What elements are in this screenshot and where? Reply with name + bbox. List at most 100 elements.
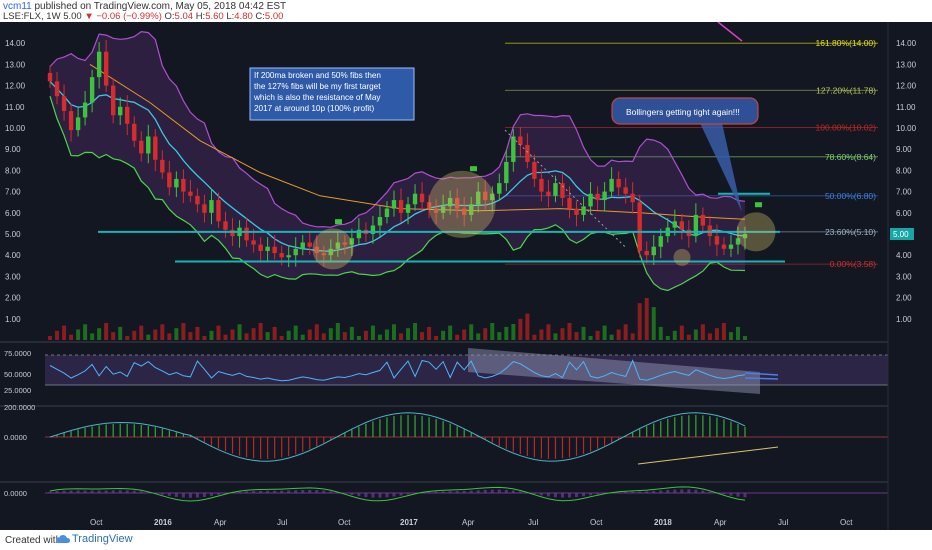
candle-body-15	[153, 136, 158, 160]
osc-bar-0	[48, 491, 52, 493]
volume-bar-94	[707, 333, 712, 340]
volume-bar-56	[441, 330, 446, 340]
osc-bar-5	[83, 490, 87, 493]
y-tick-right-8: 9.00	[896, 145, 912, 154]
candle-body-67	[518, 136, 523, 145]
y-tick-left-7: 8.00	[5, 166, 21, 175]
candle-body-64	[497, 183, 502, 194]
volume-bar-7	[97, 328, 102, 340]
candle-body-50	[398, 200, 404, 213]
price-chart[interactable]: 161.80%(14.00) 127.20%(11.78) 100.00%(10.0…	[0, 22, 932, 530]
candle-body-96	[721, 244, 727, 249]
candle-body-28	[244, 227, 249, 241]
note1-line4: 2017 at around 10p (100% profit)	[254, 104, 374, 113]
candle-body-2	[61, 96, 67, 112]
candle-body-22	[202, 204, 207, 213]
fib-label-4: 50.00%(6.80)	[825, 191, 876, 201]
candle-body-52	[412, 193, 418, 205]
candle-body-31	[265, 246, 270, 251]
y-tick-right-11: 12.00	[896, 82, 917, 91]
candle-body-14	[146, 136, 151, 154]
close-label: C:	[255, 11, 265, 22]
osc-bar-57	[448, 491, 452, 493]
candle-body-26	[230, 229, 235, 237]
osc-bar-70	[539, 493, 543, 496]
osc-bar-1	[55, 491, 59, 493]
osc-bar-39	[322, 490, 326, 493]
osc-bar-10	[118, 490, 122, 493]
volume-bar-76	[581, 326, 586, 340]
y-tick-left-4: 5.00	[5, 230, 21, 239]
fib-label-6: 0.00%(3.58)	[830, 259, 876, 269]
candle-body-77	[588, 193, 593, 207]
volume-bar-78	[595, 330, 600, 340]
volume-bar-91	[686, 334, 691, 340]
osc-bar-72	[553, 493, 557, 498]
volume-bar-18	[174, 328, 179, 340]
volume-bar-53	[420, 332, 425, 340]
osc-bar-43	[350, 493, 354, 496]
volume-bar-16	[160, 324, 165, 340]
rsi-arrow-2	[744, 377, 779, 380]
volume-bar-65	[504, 326, 509, 340]
osc-bar-59	[462, 490, 466, 493]
x-tick-2: Apr	[214, 518, 227, 527]
volume-bar-72	[553, 333, 558, 340]
volume-bar-34	[286, 330, 291, 340]
osc-bar-36	[301, 490, 305, 493]
y-tick-right-10: 11.00	[896, 103, 916, 112]
symbol-label: LSE:FLX, 1W	[3, 11, 61, 22]
osc-bar-20	[188, 493, 192, 498]
candle-body-29	[251, 240, 256, 245]
osc-bar-90	[680, 489, 684, 493]
candle-body-66	[511, 136, 516, 162]
volume-bar-6	[90, 333, 95, 340]
osc-bar-87	[659, 490, 663, 493]
x-tick-9: 2018	[654, 518, 672, 527]
osc-bar-71	[546, 493, 550, 497]
volume-bar-50	[399, 333, 404, 340]
osc-bar-55	[434, 491, 438, 493]
volume-bar-59	[462, 329, 467, 340]
volume-bar-67	[518, 318, 523, 340]
tradingview-brand[interactable]: TradingView	[72, 533, 133, 545]
volume-bar-8	[104, 323, 109, 340]
y-tick-left-8: 9.00	[5, 145, 21, 154]
y-tick-left-10: 11.00	[5, 103, 25, 112]
volume-bar-28	[244, 333, 249, 340]
volume-bar-31	[265, 332, 270, 340]
candle-body-34	[286, 255, 291, 258]
osc-bar-67	[518, 491, 522, 493]
osc-bar-21	[195, 493, 199, 498]
osc-bar-77	[589, 493, 593, 496]
y-tick-right-13: 14.00	[896, 39, 917, 48]
candle-body-74	[567, 197, 572, 209]
osc-bar-98	[736, 493, 740, 497]
volume-bar-46	[370, 325, 375, 340]
volume-bar-86	[651, 307, 656, 340]
candle-body-48	[384, 208, 390, 218]
volume-bar-97	[728, 332, 733, 340]
candle-body-6	[89, 77, 95, 103]
candle-body-9	[110, 85, 116, 116]
volume-bar-5	[83, 324, 88, 340]
osc-bar-50	[399, 493, 403, 496]
volume-bar-61	[476, 333, 481, 340]
volume-bar-92	[693, 329, 698, 340]
candle-body-18	[174, 178, 179, 188]
osc-bar-37	[308, 489, 312, 493]
price-label: 5.00	[893, 230, 909, 239]
osc-bar-31	[266, 490, 270, 493]
x-tick-11: Jul	[778, 518, 788, 527]
osc-bar-51	[406, 493, 410, 495]
osc-bar-61	[476, 490, 480, 493]
osc-bar-45	[364, 493, 368, 498]
candle-body-23	[209, 200, 214, 213]
y-tick-right-1: 2.00	[896, 294, 912, 303]
x-tick-1: 2016	[154, 518, 172, 527]
osc-bar-76	[582, 493, 586, 497]
osc-bar-13	[139, 491, 143, 493]
volume-bar-93	[700, 324, 705, 340]
highlight-circle-1	[428, 170, 496, 238]
signal-flag-0	[335, 219, 342, 225]
